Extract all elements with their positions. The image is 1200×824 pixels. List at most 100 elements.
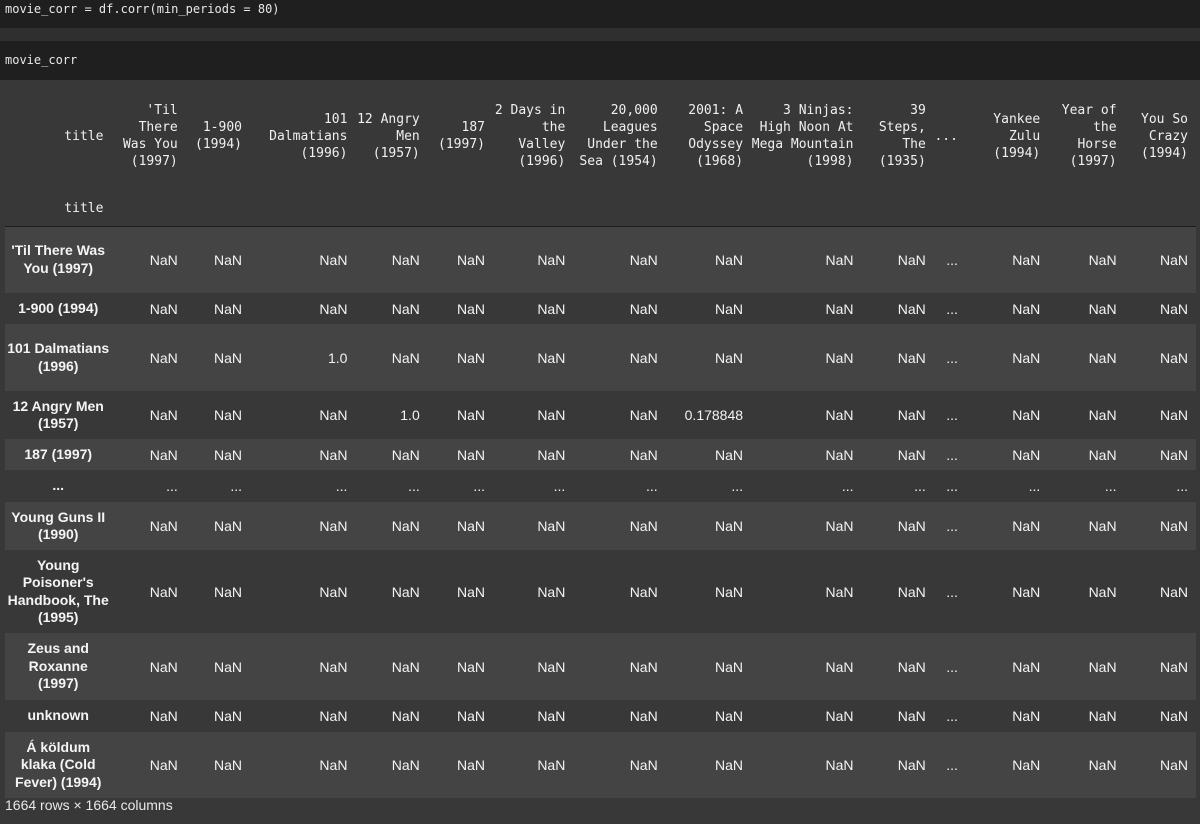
table-cell: NaN xyxy=(1159,407,1188,423)
table-cell: ... xyxy=(408,478,420,494)
table-cell: NaN xyxy=(456,349,485,366)
column-header: ... xyxy=(934,128,958,144)
table-row: 1-900 (1994) NaN NaN NaN NaN NaN NaN NaN NaN NaN N… xyxy=(5,293,1196,324)
table-cell: NaN xyxy=(319,407,348,423)
table-cell: NaN xyxy=(1012,583,1041,600)
table-cell: NaN xyxy=(1159,300,1188,317)
table-cell: NaN xyxy=(897,708,926,724)
table-cell: NaN xyxy=(825,251,854,268)
table-cell: ... xyxy=(166,478,178,494)
table-cell: NaN xyxy=(825,300,854,317)
table-cell: NaN xyxy=(1088,757,1117,773)
table-cell: NaN xyxy=(456,757,485,773)
table-cell: 0.178848 xyxy=(684,407,744,423)
empty-header-cell xyxy=(493,192,574,227)
table-cell: ... xyxy=(230,478,242,494)
table-cell: NaN xyxy=(537,518,566,534)
table-cell: NaN xyxy=(715,446,744,463)
table-cell: NaN xyxy=(825,658,854,675)
table-cell: NaN xyxy=(1159,251,1188,268)
table-cell: ... xyxy=(946,478,958,494)
table-cell: ... xyxy=(335,478,348,494)
table-cell: NaN xyxy=(897,349,926,366)
table-cell: NaN xyxy=(1012,518,1041,534)
table-row: 12 Angry Men (1957) NaN NaN NaN 1.0 NaN NaN NaN… xyxy=(5,391,1196,439)
table-cell: NaN xyxy=(391,251,420,268)
table-cell: NaN xyxy=(897,407,926,423)
table-cell: NaN xyxy=(149,251,178,268)
table-cell: NaN xyxy=(319,708,348,724)
table-cell: NaN xyxy=(319,518,348,534)
row-label: 1-900 (1994) xyxy=(18,299,99,316)
correlation-table: title 'Til There Was You (1997) 1-900 (199… xyxy=(5,80,1196,798)
column-header: 20,000 Leagues Under the Sea (1954) xyxy=(579,103,658,169)
table-cell: NaN xyxy=(1159,583,1188,600)
table-cell: NaN xyxy=(715,658,744,675)
table-cell: NaN xyxy=(537,708,566,724)
table-cell: NaN xyxy=(715,300,744,317)
index-name-label: title xyxy=(5,192,112,227)
empty-header-cell xyxy=(185,192,250,227)
table-cell: ... xyxy=(946,518,958,534)
table-cell: 1.0 xyxy=(327,349,348,366)
table-cell: NaN xyxy=(213,300,242,317)
table-cell: NaN xyxy=(629,446,658,463)
table-cell: NaN xyxy=(213,583,242,600)
empty-header-cell xyxy=(250,192,356,227)
table-cell: NaN xyxy=(897,658,926,675)
code-cell-display[interactable]: movie_corr xyxy=(0,41,1200,80)
row-label: 'Til There Was You (1997) xyxy=(11,242,105,276)
table-cell: NaN xyxy=(629,583,658,600)
table-cell: NaN xyxy=(391,446,420,463)
table-cell: NaN xyxy=(825,446,854,463)
table-cell: ... xyxy=(946,349,958,366)
row-label: unknown xyxy=(27,707,89,724)
row-label: Young Guns II (1990) xyxy=(11,508,106,543)
table-cell: NaN xyxy=(537,583,566,600)
table-cell: NaN xyxy=(319,446,348,463)
table-cell: NaN xyxy=(1159,446,1188,463)
table-cell: NaN xyxy=(1012,407,1041,423)
row-label: Young Poisoner's Handbook, The (1995) xyxy=(7,556,109,626)
table-cell: NaN xyxy=(537,757,566,773)
table-cell: NaN xyxy=(825,583,854,600)
table-cell: NaN xyxy=(1012,349,1041,366)
column-header: 1-900 (1994) xyxy=(195,120,242,152)
table-cell: NaN xyxy=(149,518,178,534)
table-cell: NaN xyxy=(1012,251,1041,268)
table-cell: NaN xyxy=(391,349,420,366)
column-header: You So Crazy (1994) xyxy=(1141,111,1188,161)
table-cell: NaN xyxy=(149,658,178,675)
row-label: 101 Dalmatians (1996) xyxy=(7,340,110,374)
table-cell: NaN xyxy=(537,349,566,366)
table-cell: NaN xyxy=(149,446,178,463)
table-cell: NaN xyxy=(1088,658,1117,675)
table-cell: NaN xyxy=(213,349,242,366)
table-cell: NaN xyxy=(319,300,348,317)
table-cell: NaN xyxy=(897,583,926,600)
table-cell: NaN xyxy=(456,407,485,423)
table-cell: NaN xyxy=(715,757,744,773)
table-cell: NaN xyxy=(391,518,420,534)
cell-separator xyxy=(0,28,1200,41)
column-header: 'Til There Was You (1997) xyxy=(122,103,178,169)
table-shape-text: 1664 rows × 1664 columns xyxy=(5,797,173,813)
table-cell: ... xyxy=(946,708,958,724)
table-cell: NaN xyxy=(1088,446,1117,463)
table-cell: ... xyxy=(946,251,958,268)
table-row: Young Guns II (1990) NaN NaN NaN NaN NaN NaN Na… xyxy=(5,502,1196,550)
table-cell: NaN xyxy=(1159,708,1188,724)
table-cell: NaN xyxy=(1088,349,1117,366)
table-cell: NaN xyxy=(149,583,178,600)
table-cell: NaN xyxy=(537,407,566,423)
table-cell: NaN xyxy=(825,349,854,366)
table-cell: ... xyxy=(1104,478,1117,494)
table-cell: NaN xyxy=(149,300,178,317)
code-cell-corr[interactable]: movie_corr = df.corr(min_periods = 80) xyxy=(0,0,1200,28)
table-cell: ... xyxy=(473,478,485,494)
empty-header-cell xyxy=(751,192,862,227)
table-row: ........................................… xyxy=(5,470,1196,502)
table-cell: ... xyxy=(841,478,854,494)
table-cell: NaN xyxy=(897,757,926,773)
table-cell: NaN xyxy=(537,446,566,463)
